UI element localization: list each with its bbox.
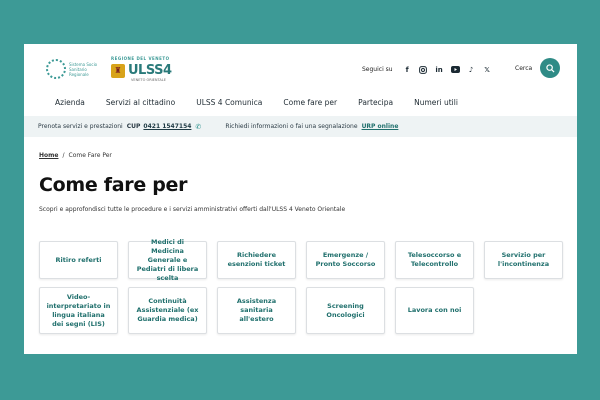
nav-item-numeri-utili[interactable]: Numeri utili xyxy=(414,98,458,107)
ssr-logo[interactable]: Sistema Socio Sanitario Regionale xyxy=(46,59,103,79)
prenota-text: Prenota servizi e prestazioni xyxy=(38,123,123,130)
card-ritiro-referti[interactable]: Ritiro referti xyxy=(39,241,118,279)
lion-of-venice-icon: ♜ xyxy=(111,63,125,78)
x-icon[interactable]: 𝕏 xyxy=(483,65,492,74)
phone-icon: ✆ xyxy=(195,122,202,131)
social-links: Seguici su f in ♪ 𝕏 xyxy=(362,65,492,74)
search-icon xyxy=(546,63,555,73)
ulss-subtitle: VENETO ORIENTALE xyxy=(131,78,166,82)
ulss-region-label: REGIONE DEL VENETO xyxy=(111,56,170,61)
ssr-logo-text: Sistema Socio Sanitario Regionale xyxy=(69,61,98,77)
card-medici-medicina-generale[interactable]: Medici di Medicina Generale e Pediatri d… xyxy=(128,238,207,282)
linkedin-icon[interactable]: in xyxy=(435,65,444,74)
nav-item-azienda[interactable]: Azienda xyxy=(55,98,85,107)
card-screening-oncologici[interactable]: Screening Oncologici xyxy=(306,287,385,334)
card-emergenze-pronto-soccorso[interactable]: Emergenze / Pronto Soccorso xyxy=(306,241,385,279)
breadcrumb-current: Come Fare Per xyxy=(68,152,112,159)
page-subtitle: Scopri e approfondisci tutte le procedur… xyxy=(39,206,346,213)
search-area[interactable]: Cerca xyxy=(515,58,561,78)
nav-item-come-fare-per[interactable]: Come fare per xyxy=(283,98,337,107)
breadcrumb-home[interactable]: Home xyxy=(39,152,58,159)
ulss-logo[interactable]: REGIONE DEL VENETO ♜ ULSS4 VENETO ORIENT… xyxy=(111,56,172,82)
search-label: Cerca xyxy=(515,64,533,72)
card-video-interpretariato[interactable]: Video-interpretariato in lingua italiana… xyxy=(39,287,118,334)
cup-label: CUP xyxy=(126,123,141,130)
ssr-logo-icon xyxy=(46,59,66,79)
card-esenzioni-ticket[interactable]: Richiedere esenzioni ticket xyxy=(217,241,296,279)
youtube-icon[interactable] xyxy=(450,65,460,74)
page-title: Come fare per xyxy=(39,174,188,196)
nav-item-servizi[interactable]: Servizi al cittadino xyxy=(106,98,175,107)
main-nav: Azienda Servizi al cittadino ULSS 4 Comu… xyxy=(55,98,479,107)
breadcrumb-separator: / xyxy=(62,152,65,159)
breadcrumb: Home / Come Fare Per xyxy=(39,152,112,159)
nav-item-comunica[interactable]: ULSS 4 Comunica xyxy=(196,98,262,107)
card-telesoccorso[interactable]: Telesoccorso e Telecontrollo xyxy=(395,241,474,279)
instagram-icon[interactable] xyxy=(419,65,428,74)
search-button[interactable] xyxy=(540,58,561,78)
facebook-icon[interactable]: f xyxy=(403,65,412,74)
ulss-name: ULSS4 xyxy=(128,63,172,78)
card-incontinenza[interactable]: Servizio per l'incontinenza xyxy=(484,241,563,279)
page-container: Sistema Socio Sanitario Regionale REGION… xyxy=(24,44,577,354)
cup-phone-link[interactable]: 0421 1547154 xyxy=(143,123,191,130)
card-lavora-con-noi[interactable]: Lavora con noi xyxy=(395,287,474,334)
header-logos[interactable]: Sistema Socio Sanitario Regionale REGION… xyxy=(46,56,172,82)
nav-item-partecipa[interactable]: Partecipa xyxy=(358,98,393,107)
urp-text: Richiedi informazioni o fai una segnalaz… xyxy=(225,123,358,130)
info-bar: Prenota servizi e prestazioni CUP 0421 1… xyxy=(24,116,577,137)
urp-online-link[interactable]: URP online xyxy=(362,123,399,130)
card-assistenza-estero[interactable]: Assistenza sanitaria all'estero xyxy=(217,287,296,334)
card-continuita-assistenziale[interactable]: Continuità Assistenziale (ex Guardia med… xyxy=(128,287,207,334)
social-label: Seguici su xyxy=(362,66,393,73)
tiktok-icon[interactable]: ♪ xyxy=(467,65,476,74)
